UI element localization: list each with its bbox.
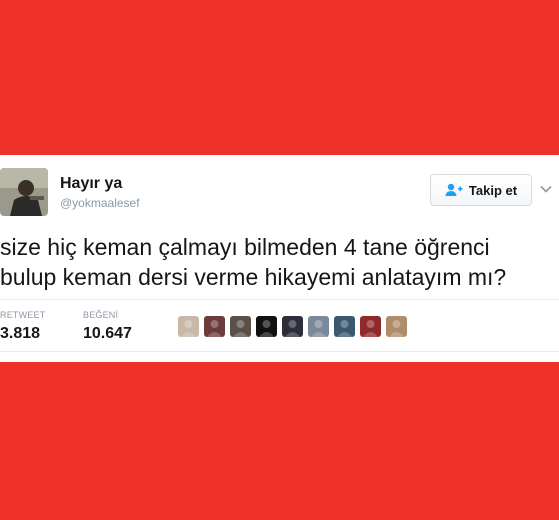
follow-button[interactable]: Takip et <box>430 174 532 206</box>
liker-avatar-icon <box>230 316 251 337</box>
liker-avatar-4[interactable] <box>256 316 277 337</box>
retweet-label: RETWEET <box>0 310 46 320</box>
liker-avatar-6[interactable] <box>308 316 329 337</box>
liker-avatar-8[interactable] <box>360 316 381 337</box>
liker-avatar-icon <box>256 316 277 337</box>
chevron-down-icon[interactable] <box>539 182 553 196</box>
red-background-bottom <box>0 362 559 520</box>
like-count[interactable]: 10.647 <box>83 325 132 343</box>
liker-avatar-icon <box>308 316 329 337</box>
author-display-name[interactable]: Hayır ya <box>60 175 122 193</box>
liker-avatar-5[interactable] <box>282 316 303 337</box>
liker-avatar-icon <box>386 316 407 337</box>
liker-avatar-icon <box>204 316 225 337</box>
red-background-top <box>0 0 559 155</box>
liker-avatar-icon <box>334 316 355 337</box>
retweet-count[interactable]: 3.818 <box>0 325 40 343</box>
liker-avatar-1[interactable] <box>178 316 199 337</box>
add-user-icon <box>445 183 463 196</box>
liker-avatar-3[interactable] <box>230 316 251 337</box>
like-label: BEĞENİ <box>83 310 119 320</box>
user-avatar-icon <box>0 168 48 216</box>
tweet-text: size hiç keman çalmayı bilmeden 4 tane ö… <box>0 234 507 290</box>
author-avatar[interactable] <box>0 168 48 216</box>
tweet-card: Hayır ya @yokmaalesef Takip et size hiç … <box>0 155 559 362</box>
liker-avatar-icon <box>178 316 199 337</box>
liker-avatar-9[interactable] <box>386 316 407 337</box>
author-handle[interactable]: @yokmaalesef <box>60 196 140 210</box>
likers-avatar-list <box>178 316 407 338</box>
liker-avatar-7[interactable] <box>334 316 355 337</box>
liker-avatar-icon <box>360 316 381 337</box>
stats-divider-top <box>0 299 559 300</box>
liker-avatar-2[interactable] <box>204 316 225 337</box>
liker-avatar-icon <box>282 316 303 337</box>
follow-button-label: Takip et <box>468 182 518 198</box>
stats-divider-bottom <box>0 351 559 352</box>
